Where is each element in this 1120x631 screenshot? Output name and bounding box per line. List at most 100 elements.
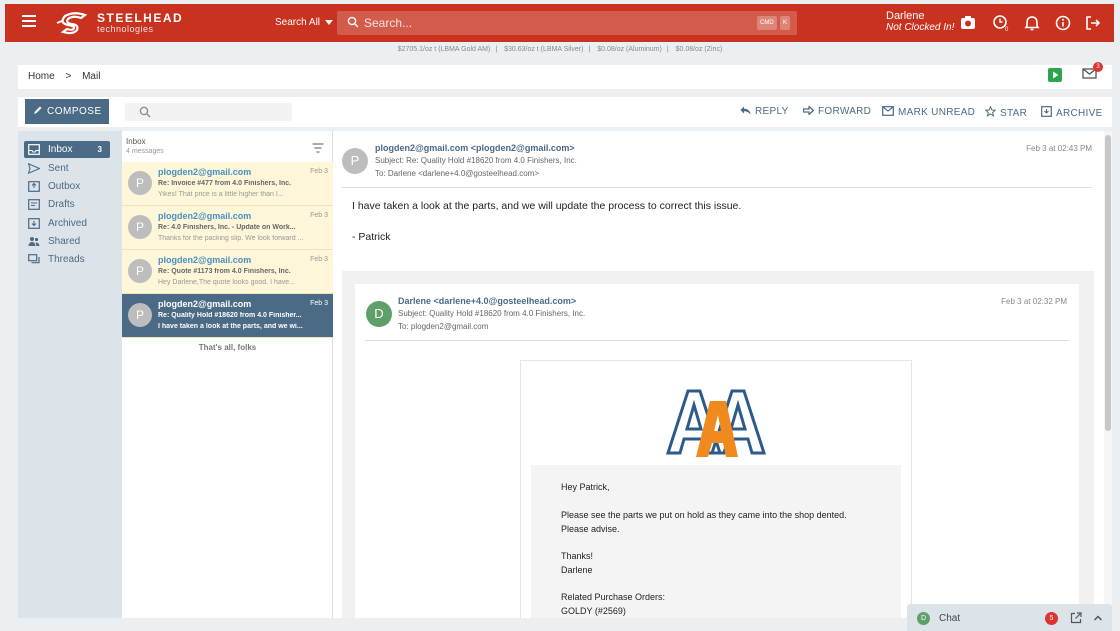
- search-scope-label: Search All: [275, 17, 321, 28]
- sidebar-item-sent[interactable]: Sent: [24, 160, 110, 177]
- sidebar-item-label: Sent: [48, 163, 69, 174]
- filter-icon[interactable]: [312, 143, 324, 153]
- avatar: P: [128, 171, 152, 195]
- mail-search-input[interactable]: [125, 103, 292, 121]
- ticker-silver: $30.63/oz t (LBMA Silver): [504, 46, 584, 53]
- message-preview: Thanks for the packing slip. We look for…: [158, 235, 304, 242]
- list-item[interactable]: P plogden2@gmail.com Feb 3 Re: 4.0 Finis…: [122, 206, 333, 250]
- mark-unread-label: MARK UNREAD: [898, 107, 976, 118]
- clock-count: 0: [1005, 27, 1009, 32]
- chevron-up-icon[interactable]: [1093, 613, 1103, 623]
- message-reader: P plogden2@gmail.com <plogden2@gmail.com…: [333, 131, 1104, 618]
- end-of-list-note: That's all, folks: [198, 343, 257, 352]
- sidebar-item-label: Inbox: [48, 144, 73, 155]
- inbox-count-badge: 3: [97, 145, 102, 154]
- sidebar-item-inbox[interactable]: Inbox 3: [24, 141, 110, 158]
- sidebar-item-label: Archived: [48, 218, 87, 229]
- avatar: D: [917, 612, 930, 625]
- top-bar: STEELHEAD technologies Search All Search…: [5, 4, 1114, 42]
- steelhead-logo-icon[interactable]: [55, 10, 93, 36]
- sidebar-item-label: Threads: [48, 254, 85, 265]
- star-icon: [984, 105, 997, 117]
- quoted-subject: Subject: Quality Hold #18620 from 4.0 Fi…: [398, 309, 586, 318]
- quoted-from[interactable]: Darlene <darlene+4.0@gosteelhead.com>: [398, 296, 576, 306]
- avatar: P: [128, 303, 152, 327]
- mark-unread-button[interactable]: MARK UNREAD: [882, 106, 975, 118]
- forward-icon: [802, 105, 815, 116]
- ticker-aluminum: $0.08/oz (Aluminum): [597, 46, 662, 53]
- archive-button[interactable]: ARCHIVE: [1041, 106, 1103, 119]
- ticker-gold: $2705.1/oz t (LBMA Gold AM): [397, 46, 491, 53]
- email-thanks: Thanks!: [561, 551, 594, 561]
- message-date: Feb 3: [310, 168, 328, 175]
- message-list-title: Inbox: [126, 137, 146, 146]
- ticker-zinc: $0.08/oz (Zinc): [675, 46, 723, 53]
- message-date: Feb 3: [310, 300, 328, 307]
- reply-button[interactable]: REPLY: [740, 106, 789, 117]
- chat-badge: 5: [1045, 612, 1058, 625]
- sidebar-item-label: Drafts: [48, 199, 75, 210]
- search-scope-dropdown[interactable]: Search All: [275, 17, 334, 28]
- list-item[interactable]: P plogden2@gmail.com Feb 3 Re: Invoice #…: [122, 162, 333, 206]
- caret-down-icon: [325, 19, 334, 25]
- email-line-2: Please advise.: [561, 524, 620, 534]
- sidebar-item-archived[interactable]: Archived: [24, 215, 110, 232]
- search-icon: [139, 106, 151, 118]
- email-signoff-name: Darlene: [561, 565, 593, 575]
- logout-icon[interactable]: [1084, 14, 1102, 32]
- email-content: Hey Patrick, Please see the parts we put…: [520, 360, 912, 618]
- reader-from[interactable]: plogden2@gmail.com <plogden2@gmail.com>: [375, 143, 575, 153]
- email-greeting: Hey Patrick,: [561, 482, 610, 492]
- list-item-selected[interactable]: P plogden2@gmail.com Feb 3 Re: Quality H…: [122, 294, 333, 338]
- archive-icon: [1041, 106, 1052, 117]
- scrollbar-thumb[interactable]: [1105, 135, 1111, 431]
- bell-icon[interactable]: [1023, 14, 1041, 32]
- camera-icon[interactable]: [959, 14, 977, 32]
- avatar: P: [342, 148, 368, 174]
- breadcrumb-separator: >: [65, 71, 72, 82]
- drafts-icon: [28, 199, 40, 210]
- compose-button[interactable]: COMPOSE: [25, 99, 109, 124]
- avatar: P: [128, 215, 152, 239]
- clock-status: Not Clocked In!: [886, 22, 955, 33]
- hamburger-menu-icon[interactable]: [22, 15, 36, 27]
- sidebar-item-drafts[interactable]: Drafts: [24, 196, 110, 213]
- inbox-icon: [28, 144, 40, 155]
- sidebar-item-shared[interactable]: Shared: [24, 233, 110, 250]
- message-sender: plogden2@gmail.com: [158, 167, 252, 177]
- message-subject: Re: Invoice #477 from 4.0 Finishers, Inc…: [158, 180, 292, 187]
- reader-scrollbar[interactable]: [1104, 131, 1112, 618]
- quoted-divider: [365, 340, 1069, 341]
- forward-button[interactable]: FORWARD: [802, 105, 871, 117]
- chat-widget[interactable]: D Chat 5: [907, 604, 1112, 631]
- search-placeholder: Search...: [364, 16, 413, 30]
- header-divider: [342, 187, 1092, 188]
- email-line-1: Please see the parts we put on hold as t…: [561, 510, 847, 520]
- brand-name: STEELHEAD: [97, 11, 184, 25]
- reply-icon: [740, 106, 751, 115]
- external-link-icon[interactable]: [1070, 612, 1082, 624]
- play-icon[interactable]: [1048, 68, 1062, 82]
- sidebar-item-outbox[interactable]: Outbox: [24, 178, 110, 195]
- outbox-icon: [28, 181, 40, 192]
- metal-price-ticker: $2705.1/oz t (LBMA Gold AM) | $30.63/oz t…: [397, 46, 723, 53]
- send-icon: [28, 163, 40, 174]
- pencil-icon: [34, 106, 42, 114]
- breadcrumb-current: Mail: [82, 71, 101, 82]
- message-sender: plogden2@gmail.com: [158, 255, 252, 265]
- message-signature: - Patrick: [352, 231, 391, 243]
- message-sender: plogden2@gmail.com: [158, 299, 252, 309]
- sidebar-item-threads[interactable]: Threads: [24, 251, 110, 268]
- star-button[interactable]: STAR: [984, 105, 1027, 119]
- message-count: 4 messages: [126, 148, 164, 155]
- global-search-input[interactable]: Search... CMD K: [337, 11, 797, 35]
- list-item[interactable]: P plogden2@gmail.com Feb 3 Re: Quote #11…: [122, 250, 333, 294]
- brand-logo-text: STEELHEAD technologies: [97, 12, 183, 35]
- info-icon[interactable]: [1054, 14, 1072, 32]
- clock-icon[interactable]: 0: [992, 14, 1010, 32]
- breadcrumb-home[interactable]: Home: [28, 71, 55, 82]
- user-menu[interactable]: Darlene Not Clocked In!: [886, 10, 954, 34]
- related-po-link[interactable]: GOLDY (#2569): [561, 606, 626, 616]
- reader-date: Feb 3 at 02:43 PM: [1026, 144, 1092, 153]
- reader-to: To: Darlene <darlene+4.0@gosteelhead.com…: [375, 169, 540, 178]
